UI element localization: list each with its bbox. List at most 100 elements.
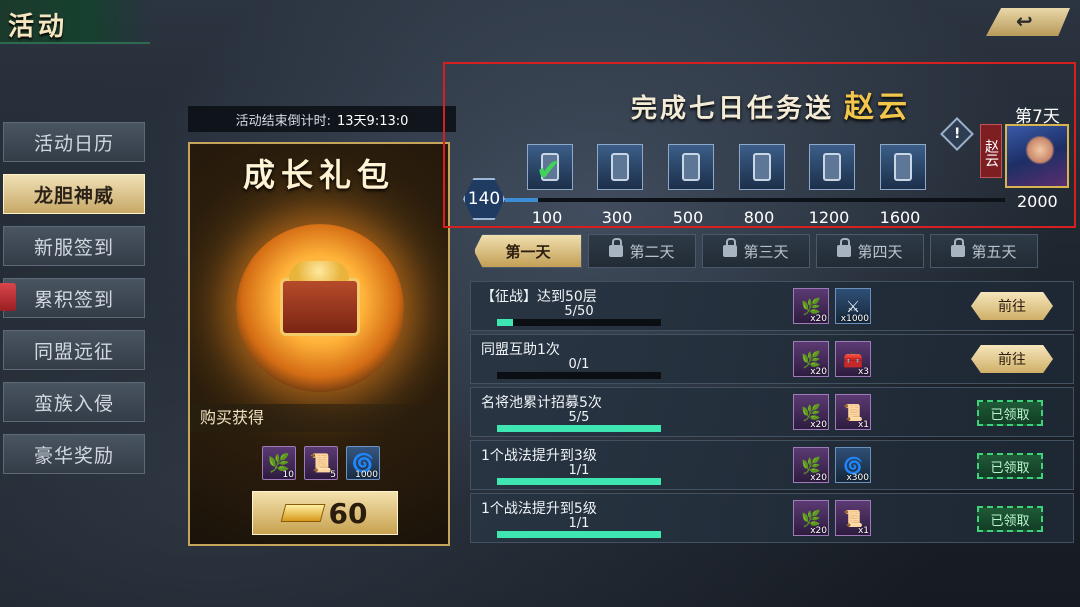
task-progress-bar [497, 531, 661, 538]
chest-icon[interactable]: 🧰 x3 [835, 341, 871, 377]
milestone-value: 300 [601, 208, 633, 227]
mission-progress-fill [505, 198, 538, 202]
milestone-token-6[interactable] [880, 144, 926, 190]
tab-day-1[interactable]: 第一天 [474, 234, 582, 268]
task-progress-bar [497, 319, 661, 326]
treasure-chest-icon [280, 261, 360, 336]
milestone-token-1[interactable]: ✔ [527, 144, 573, 190]
milestone-token-2[interactable] [597, 144, 643, 190]
milestone-tokens: ✔ [523, 144, 943, 196]
herb-icon[interactable]: 🌿 x20 [793, 394, 829, 430]
lock-icon [837, 238, 852, 257]
activity-menu: 活动日历 龙胆神威 新服签到 累积签到 同盟远征 蛮族入侵 豪华奖励 [0, 122, 147, 486]
menu-item-barbarian-invasion[interactable]: 蛮族入侵 [3, 382, 145, 422]
gold-ingot-icon [280, 504, 325, 522]
milestone-value: 100 [531, 208, 563, 227]
task-row: 1个战法提升到3级 1/1 🌿 x20 🌀 x300 已领取 [470, 440, 1074, 490]
scroll-icon [894, 153, 912, 181]
task-name: 1个战法提升到3级 [481, 448, 597, 464]
task-rewards: 🌿 x20 🌀 x300 [793, 447, 871, 483]
herb-icon[interactable]: 🌿 x20 [793, 447, 829, 483]
task-progress-text: 5/5 [568, 410, 590, 425]
task-progress-fill [497, 319, 514, 326]
go-button[interactable]: 前往 [971, 292, 1053, 320]
task-progress-bar [497, 478, 661, 485]
task-progress-fill [497, 531, 661, 538]
gift-icon [0, 283, 16, 311]
tab-day-5[interactable]: 第五天 [930, 234, 1038, 268]
scroll-icon [682, 153, 700, 181]
lock-icon [951, 238, 966, 257]
mission-progress-track [505, 198, 1005, 202]
menu-item-alliance-expedition[interactable]: 同盟远征 [3, 330, 145, 370]
jade-icon[interactable]: 🌀 x300 [835, 447, 871, 483]
info-icon[interactable]: ! [940, 117, 974, 151]
task-name: 名将池累计招募5次 [481, 395, 602, 411]
menu-item-calendar[interactable]: 活动日历 [3, 122, 145, 162]
milestone-value: 1200 [808, 208, 850, 227]
herb-icon[interactable]: 🌿 x20 [793, 500, 829, 536]
scroll-icon[interactable]: 📜 5 [304, 446, 338, 480]
task-progress-fill [497, 425, 661, 432]
task-rewards: 🌿 x20 📜 x1 [793, 394, 871, 430]
scroll-icon[interactable]: 📜 x1 [835, 500, 871, 536]
task-progress-fill [497, 478, 661, 485]
task-progress-text: 1/1 [568, 516, 590, 531]
page-title: 活动 [8, 12, 69, 42]
growth-pack-panel: 成长礼包 购买获得 🌿 10 📜 5 🌀 1000 60 [188, 142, 450, 546]
sword-icon[interactable]: ⚔ x1000 [835, 288, 871, 324]
pack-obtain-label: 购买获得 [190, 404, 448, 432]
scroll-icon [823, 153, 841, 181]
task-progress-text: 5/50 [564, 304, 594, 319]
herb-icon[interactable]: 🌿 x20 [793, 341, 829, 377]
tab-day-2[interactable]: 第二天 [588, 234, 696, 268]
herb-icon[interactable]: 🌿 x20 [793, 288, 829, 324]
task-progress-text: 1/1 [568, 463, 590, 478]
go-button[interactable]: 前往 [971, 345, 1053, 373]
hero-points: 2000 [1017, 192, 1058, 211]
task-progress-bar [497, 372, 661, 379]
day-tabs: 第一天 第二天 第三天 第四天 第五天 [470, 234, 1076, 268]
task-rewards: 🌿 x20 📜 x1 [793, 500, 871, 536]
herb-icon[interactable]: 🌿 10 [262, 446, 296, 480]
task-name: 同盟互助1次 [481, 342, 560, 358]
scroll-icon [611, 153, 629, 181]
pack-price: 60 [328, 496, 368, 530]
task-row: 名将池累计招募5次 5/5 🌿 x20 📜 x1 已领取 [470, 387, 1074, 437]
pack-title: 成长礼包 [242, 156, 395, 194]
hero-tag: 赵云 [980, 124, 1002, 178]
task-name: 1个战法提升到5级 [481, 501, 597, 517]
milestone-value: 1600 [879, 208, 921, 227]
seven-day-mission-header: 完成七日任务送 赵云 ! 第7天 赵云 2000 ✔ 140 100 300 50… [443, 62, 1076, 228]
game-screen: 活动 ↩ 活动日历 龙胆神威 新服签到 累积签到 同盟远征 蛮族入侵 豪华奖励 … [0, 0, 1080, 607]
event-countdown: 活动结束倒计时: 13天9:13:0 [188, 106, 456, 132]
buy-pack-button[interactable]: 60 [252, 491, 398, 535]
menu-item-cumulative-signin[interactable]: 累积签到 [0, 278, 145, 318]
milestone-value: 500 [672, 208, 704, 227]
tab-day-4[interactable]: 第四天 [816, 234, 924, 268]
treasure-orb-icon [236, 224, 404, 392]
title-bar: 活动 [0, 0, 150, 44]
jade-icon[interactable]: 🌀 1000 [346, 446, 380, 480]
pack-items: 🌿 10 📜 5 🌀 1000 [262, 446, 380, 480]
menu-item-new-server-signin[interactable]: 新服签到 [3, 226, 145, 266]
milestone-token-3[interactable] [668, 144, 714, 190]
task-progress-text: 0/1 [568, 357, 590, 372]
scroll-icon[interactable]: 📜 x1 [835, 394, 871, 430]
tab-day-3[interactable]: 第三天 [702, 234, 810, 268]
mission-hero-name: 赵云 [844, 90, 911, 125]
menu-item-longdan[interactable]: 龙胆神威 [3, 174, 145, 214]
back-button[interactable]: ↩ [986, 8, 1070, 36]
lock-icon [609, 238, 624, 257]
claimed-button[interactable]: 已领取 [977, 506, 1043, 532]
claimed-button[interactable]: 已领取 [977, 453, 1043, 479]
task-row: 【征战】达到50层 5/50 🌿 x20 ⚔ x1000 前往 [470, 281, 1074, 331]
task-row: 1个战法提升到5级 1/1 🌿 x20 📜 x1 已领取 [470, 493, 1074, 543]
hero-portrait[interactable] [1005, 124, 1069, 188]
milestone-token-5[interactable] [809, 144, 855, 190]
check-icon: ✔ [536, 153, 562, 188]
claimed-button[interactable]: 已领取 [977, 400, 1043, 426]
milestone-token-4[interactable] [739, 144, 785, 190]
menu-item-luxury-reward[interactable]: 豪华奖励 [3, 434, 145, 474]
task-rewards: 🌿 x20 ⚔ x1000 [793, 288, 871, 324]
